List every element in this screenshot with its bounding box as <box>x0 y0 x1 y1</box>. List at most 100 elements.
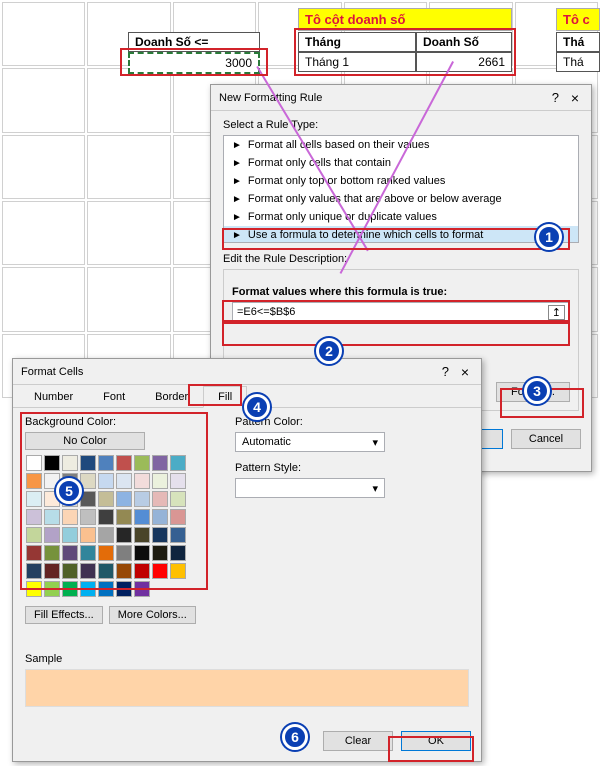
color-swatch[interactable] <box>80 491 96 507</box>
color-swatch[interactable] <box>62 527 78 543</box>
cancel-button[interactable]: Cancel <box>511 429 581 449</box>
cell-value[interactable]: 3000 <box>128 52 260 74</box>
color-swatch[interactable] <box>62 563 78 579</box>
color-swatch[interactable] <box>152 527 168 543</box>
color-swatch[interactable] <box>62 545 78 561</box>
color-swatch[interactable] <box>134 509 150 525</box>
color-swatch[interactable] <box>80 455 96 471</box>
sample-preview <box>25 669 469 707</box>
pattern-color-dropdown[interactable]: Automatic▾ <box>235 432 385 452</box>
color-swatch[interactable] <box>134 491 150 507</box>
color-swatch[interactable] <box>98 491 114 507</box>
color-swatch[interactable] <box>26 527 42 543</box>
color-swatch[interactable] <box>98 509 114 525</box>
dialog-format-cells: Format Cells ? × Number Font Border Fill… <box>12 358 482 762</box>
color-swatch[interactable] <box>26 473 42 489</box>
color-swatch[interactable] <box>134 527 150 543</box>
range-picker-icon[interactable]: ↥ <box>548 305 565 320</box>
color-swatch[interactable] <box>152 509 168 525</box>
color-swatch[interactable] <box>116 473 132 489</box>
color-swatch[interactable] <box>170 491 186 507</box>
color-swatch[interactable] <box>134 473 150 489</box>
rule-item-0[interactable]: ►Format all cells based on their values <box>224 136 578 154</box>
formula-input[interactable]: =E6<=$B$6 ↥ <box>232 302 570 322</box>
close-icon[interactable]: × <box>567 90 583 106</box>
color-swatch[interactable] <box>26 581 42 597</box>
header-2: Tô c <box>556 8 600 31</box>
color-swatch[interactable] <box>62 581 78 597</box>
color-swatch[interactable] <box>170 545 186 561</box>
clear-button[interactable]: Clear <box>323 731 393 751</box>
tab-fill[interactable]: Fill <box>203 386 247 408</box>
pattern-style-dropdown[interactable]: ▾ <box>235 478 385 498</box>
color-swatch[interactable] <box>80 509 96 525</box>
rule-item-2[interactable]: ►Format only top or bottom ranked values <box>224 172 578 190</box>
tab-number[interactable]: Number <box>19 386 88 408</box>
color-swatch[interactable] <box>170 509 186 525</box>
color-swatch[interactable] <box>116 509 132 525</box>
fc-title: Format Cells <box>21 366 434 378</box>
pattern-style-label: Pattern Style: <box>235 462 385 474</box>
fc-close-icon[interactable]: × <box>457 364 473 380</box>
badge-4: 4 <box>244 394 270 420</box>
no-color-button[interactable]: No Color <box>25 432 145 450</box>
color-swatch[interactable] <box>134 545 150 561</box>
rule-item-4[interactable]: ►Format only unique or duplicate values <box>224 208 578 226</box>
color-swatch[interactable] <box>44 563 60 579</box>
color-swatch[interactable] <box>44 527 60 543</box>
color-swatch[interactable] <box>98 545 114 561</box>
color-swatch[interactable] <box>44 581 60 597</box>
color-swatch[interactable] <box>80 545 96 561</box>
rule-item-5[interactable]: ►Use a formula to determine which cells … <box>224 226 578 243</box>
color-swatch[interactable] <box>170 563 186 579</box>
color-swatch[interactable] <box>26 563 42 579</box>
color-swatch[interactable] <box>152 491 168 507</box>
tab-font[interactable]: Font <box>88 386 140 408</box>
help-icon[interactable]: ? <box>552 90 559 105</box>
color-swatch[interactable] <box>98 581 114 597</box>
color-swatch[interactable] <box>26 491 42 507</box>
color-swatch[interactable] <box>26 509 42 525</box>
color-swatch[interactable] <box>152 473 168 489</box>
color-swatch[interactable] <box>152 455 168 471</box>
color-swatch[interactable] <box>44 545 60 561</box>
color-palette[interactable] <box>25 454 201 598</box>
color-swatch[interactable] <box>170 455 186 471</box>
color-swatch[interactable] <box>116 491 132 507</box>
color-swatch[interactable] <box>44 509 60 525</box>
color-swatch[interactable] <box>26 545 42 561</box>
fc-ok-button[interactable]: OK <box>401 731 471 751</box>
cell-thang-1: Tháng 1 <box>298 52 416 72</box>
color-swatch[interactable] <box>98 473 114 489</box>
color-swatch[interactable] <box>44 455 60 471</box>
color-swatch[interactable] <box>62 455 78 471</box>
rule-type-list[interactable]: ►Format all cells based on their values … <box>223 135 579 243</box>
color-swatch[interactable] <box>116 581 132 597</box>
color-swatch[interactable] <box>98 563 114 579</box>
color-swatch[interactable] <box>170 473 186 489</box>
cell-c1: Thá <box>556 32 600 52</box>
color-swatch[interactable] <box>134 455 150 471</box>
color-swatch[interactable] <box>116 563 132 579</box>
more-colors-button[interactable]: More Colors... <box>109 606 196 624</box>
rule-item-3[interactable]: ►Format only values that are above or be… <box>224 190 578 208</box>
color-swatch[interactable] <box>98 527 114 543</box>
color-swatch[interactable] <box>116 455 132 471</box>
color-swatch[interactable] <box>80 473 96 489</box>
color-swatch[interactable] <box>80 581 96 597</box>
color-swatch[interactable] <box>170 527 186 543</box>
color-swatch[interactable] <box>62 509 78 525</box>
fc-help-icon[interactable]: ? <box>442 364 449 379</box>
color-swatch[interactable] <box>134 581 150 597</box>
color-swatch[interactable] <box>98 455 114 471</box>
color-swatch[interactable] <box>80 527 96 543</box>
color-swatch[interactable] <box>80 563 96 579</box>
color-swatch[interactable] <box>152 563 168 579</box>
tab-border[interactable]: Border <box>140 386 203 408</box>
color-swatch[interactable] <box>134 563 150 579</box>
color-swatch[interactable] <box>152 545 168 561</box>
color-swatch[interactable] <box>26 455 42 471</box>
color-swatch[interactable] <box>116 527 132 543</box>
color-swatch[interactable] <box>116 545 132 561</box>
fill-effects-button[interactable]: Fill Effects... <box>25 606 103 624</box>
